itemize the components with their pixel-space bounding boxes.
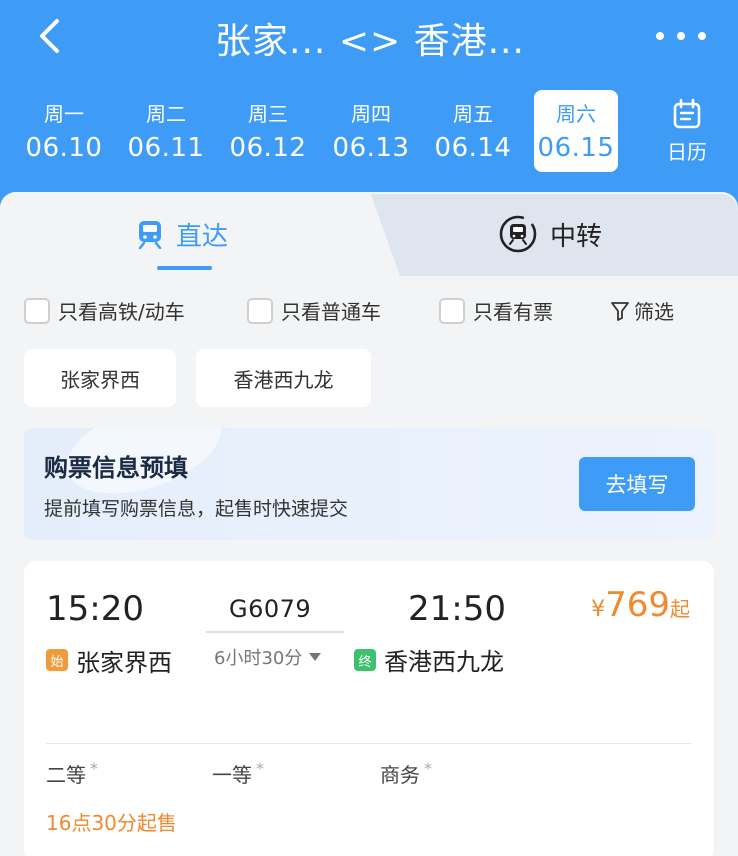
- duration-text: 6小时30分: [214, 648, 303, 669]
- filter-normal-train[interactable]: 只看普通车: [247, 296, 381, 325]
- date-item[interactable]: 周三 06.12: [226, 90, 310, 172]
- filter-button[interactable]: 筛选: [610, 296, 674, 325]
- seat-second-class: 二等 *: [46, 759, 98, 788]
- more-dot-icon: [656, 32, 664, 40]
- duration-toggle[interactable]: 6小时30分: [214, 644, 322, 670]
- date-weekday: 周五: [453, 102, 493, 126]
- active-tab-indicator: [157, 266, 212, 270]
- date-weekday: 周三: [248, 102, 288, 126]
- tab-bar: 直达 中转: [0, 192, 738, 276]
- filter-available-only[interactable]: 只看有票: [439, 296, 553, 325]
- seat-mark: *: [90, 759, 98, 778]
- date-value: 06.15: [537, 133, 615, 163]
- seat-business-class: 商务 *: [380, 759, 432, 788]
- caret-down-icon: [309, 653, 322, 661]
- date-item[interactable]: 周五 06.14: [431, 90, 515, 172]
- date-item[interactable]: 周一 06.10: [22, 90, 106, 172]
- seat-first-class: 一等 *: [212, 759, 264, 788]
- train-icon: [138, 221, 162, 249]
- seat-name: 商务: [380, 763, 420, 787]
- checkbox[interactable]: [24, 297, 50, 324]
- transfer-train-icon: [499, 215, 537, 253]
- price: ¥ 769 起: [591, 585, 690, 625]
- more-menu-button[interactable]: [656, 22, 706, 50]
- end-station-badge: 终: [354, 649, 376, 671]
- start-station-badge: 始: [46, 649, 68, 671]
- filter-high-speed-label: 只看高铁/动车: [58, 300, 185, 324]
- checkbox[interactable]: [247, 297, 273, 324]
- tab-direct-label: 直达: [176, 221, 229, 252]
- date-value: 06.14: [434, 133, 512, 163]
- tab-transfer[interactable]: 中转: [498, 214, 602, 254]
- tab-transfer-label: 中转: [550, 221, 603, 252]
- filter-button-label: 筛选: [634, 300, 674, 324]
- prefill-button[interactable]: 去填写: [579, 457, 695, 511]
- date-item[interactable]: 周二 06.11: [124, 90, 208, 172]
- price-suffix: 起: [670, 597, 690, 621]
- date-value: 06.10: [25, 133, 103, 163]
- departure-station: 张家界西: [76, 649, 172, 677]
- seat-mark: *: [424, 759, 432, 778]
- train-card[interactable]: 15:20 G6079 21:50 ¥ 769 起 始 张家界西 6小时30分 …: [24, 561, 714, 856]
- date-item-selected[interactable]: 周六 06.15: [534, 90, 618, 172]
- filter-normal-train-label: 只看普通车: [281, 300, 381, 324]
- main-content: 直达 中转 只看高铁/动车 只看普通车 只看有票 筛选 张家界西 香港西九龙 购…: [0, 192, 738, 856]
- departure-time: 15:20: [46, 589, 144, 629]
- checkbox[interactable]: [439, 297, 465, 324]
- ticket-prefill-banner: 购票信息预填 提前填写购票信息，起售时快速提交 去填写: [24, 428, 714, 540]
- train-number: G6079: [229, 595, 312, 623]
- station-chip-to[interactable]: 香港西九龙: [196, 349, 371, 407]
- calendar-label: 日历: [667, 140, 707, 164]
- arrival-time: 21:50: [408, 589, 506, 629]
- route-title: 张家... <> 香港...: [215, 21, 525, 62]
- calendar-icon: [673, 98, 701, 129]
- station-chip-from[interactable]: 张家界西: [24, 349, 176, 407]
- tab-direct[interactable]: 直达: [136, 214, 228, 254]
- date-weekday: 周二: [146, 102, 186, 126]
- back-button[interactable]: [30, 16, 70, 56]
- more-dot-icon: [677, 32, 685, 40]
- date-value: 06.12: [229, 133, 307, 163]
- seat-name: 一等: [212, 763, 252, 787]
- more-dot-icon: [698, 32, 706, 40]
- arrival-station: 香港西九龙: [384, 648, 504, 676]
- train-line: [206, 631, 344, 633]
- seat-name: 二等: [46, 763, 86, 787]
- date-weekday: 周一: [44, 102, 84, 126]
- date-weekday: 周六: [556, 102, 596, 126]
- divider: [46, 743, 692, 744]
- price-value: 769: [605, 585, 670, 625]
- banner-subtitle: 提前填写购票信息，起售时快速提交: [44, 498, 349, 520]
- date-value: 06.13: [332, 133, 410, 163]
- sale-time-info: 16点30分起售: [46, 811, 177, 835]
- banner-title: 购票信息预填: [44, 454, 188, 482]
- chevron-left-icon: [40, 19, 59, 53]
- seat-mark: *: [256, 759, 264, 778]
- date-weekday: 周四: [351, 102, 391, 126]
- header-bar: 张家... <> 香港... 周一 06.10 周二 06.11 周三 06.1…: [0, 0, 738, 215]
- date-item[interactable]: 周四 06.13: [329, 90, 413, 172]
- price-currency: ¥: [591, 597, 606, 622]
- funnel-icon: [611, 301, 629, 321]
- calendar-button[interactable]: 日历: [658, 98, 716, 165]
- filter-available-only-label: 只看有票: [473, 300, 553, 324]
- date-value: 06.11: [127, 133, 205, 163]
- filter-high-speed[interactable]: 只看高铁/动车: [24, 296, 185, 325]
